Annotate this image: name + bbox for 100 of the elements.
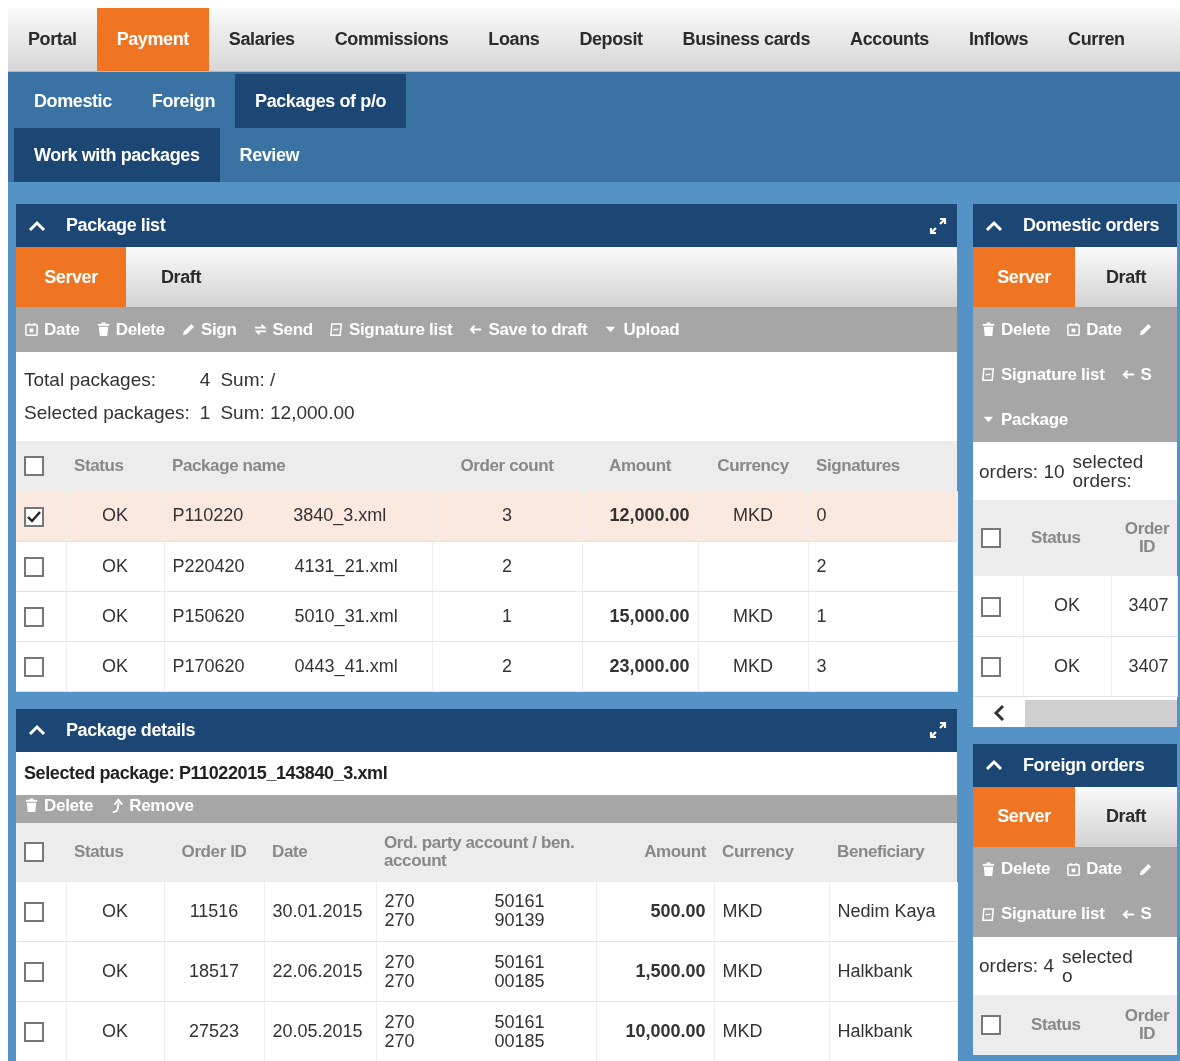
- table-cell: OK: [1023, 576, 1111, 636]
- table-cell: 2: [808, 541, 957, 591]
- checkbox[interactable]: [24, 456, 44, 476]
- panel-tab[interactable]: Server: [973, 247, 1075, 307]
- toolbar-button[interactable]: Save to draft: [468, 316, 588, 343]
- trash-icon: [95, 322, 111, 337]
- left-chevron-icon: [993, 704, 1005, 722]
- table-cell: 1: [432, 591, 582, 641]
- checkbox[interactable]: [24, 506, 44, 527]
- toolbar-button[interactable]: Upload: [603, 316, 680, 343]
- table-cell: 11516: [164, 881, 264, 942]
- trash-icon: [981, 861, 996, 877]
- column-header: Currency: [698, 441, 808, 491]
- toolbar-button[interactable]: Delete: [24, 793, 94, 819]
- toolbar-button[interactable]: Remove: [109, 793, 194, 819]
- checkbox[interactable]: [24, 556, 44, 577]
- checkbox[interactable]: [981, 596, 1001, 617]
- column-header: Status: [66, 822, 164, 882]
- checkbox[interactable]: [24, 962, 44, 983]
- toolbar-button[interactable]: Signature list: [328, 316, 453, 343]
- table-cell: 500.00: [596, 881, 714, 942]
- column-header: Ord. party account / ben. account: [376, 822, 596, 882]
- account-number-text: 270: [384, 911, 416, 931]
- toolbar-button[interactable]: Signature list: [981, 361, 1105, 388]
- subnav-tab[interactable]: Domestic: [14, 74, 132, 128]
- panel-tab[interactable]: Draft: [126, 247, 236, 307]
- table-cell: 2: [432, 541, 582, 591]
- table-cell: OK: [1023, 636, 1111, 696]
- checkbox[interactable]: [981, 1014, 1001, 1035]
- nav-tab[interactable]: Payment: [96, 8, 209, 71]
- table-cell: Halkbank: [829, 1001, 957, 1061]
- nav-tab[interactable]: Curren: [1048, 8, 1145, 71]
- toolbar-button[interactable]: Signature list: [981, 901, 1105, 927]
- nav-tab[interactable]: Salaries: [208, 8, 315, 71]
- column-header: Order ID: [164, 822, 264, 882]
- account-number-text: 270: [384, 1012, 416, 1032]
- selected-package-text: Selected package: P11022015_143840_3.xml: [23, 761, 389, 785]
- package-name-text: 0443_41.xml: [294, 655, 398, 676]
- checkbox[interactable]: [24, 1022, 44, 1043]
- left-arrow-icon: [468, 322, 484, 337]
- panel-tab[interactable]: Draft: [1075, 247, 1177, 307]
- table-cell: OK: [66, 591, 164, 641]
- toolbar-icon-button[interactable]: [1137, 322, 1153, 337]
- nav-tab[interactable]: Inflows: [948, 8, 1049, 71]
- pencil-icon: [180, 322, 196, 337]
- toolbar-button[interactable]: S: [1120, 361, 1152, 388]
- table-cell: 1,500.00: [596, 941, 714, 1002]
- table-cell: 2: [432, 641, 582, 691]
- checkbox[interactable]: [24, 606, 44, 627]
- table-cell: Halkbank: [829, 941, 957, 1002]
- package-name-text: P220420: [172, 555, 245, 576]
- expand-arrows-icon: [929, 721, 947, 739]
- table-cell: 0: [808, 491, 957, 541]
- toolbar-button[interactable]: Send: [252, 316, 313, 343]
- checkbox[interactable]: [24, 656, 44, 677]
- account-number-text: 50161: [494, 1012, 545, 1032]
- toolbar-button[interactable]: Delete: [981, 316, 1051, 343]
- account-number-text: 270: [384, 892, 416, 912]
- nav-tab[interactable]: Portal: [8, 8, 97, 71]
- table-cell: 18517: [164, 941, 264, 1002]
- subnav-tab[interactable]: Work with packages: [14, 128, 220, 182]
- nav-tab[interactable]: Deposit: [559, 8, 663, 71]
- checkbox[interactable]: [24, 902, 44, 922]
- nav-tab[interactable]: Accounts: [830, 8, 949, 71]
- toolbar-button[interactable]: Delete: [981, 856, 1051, 882]
- toolbar-button[interactable]: Date: [24, 316, 80, 343]
- table-cell: MKD: [698, 641, 808, 691]
- column-header: Order count: [432, 441, 582, 491]
- toolbar-button[interactable]: Package: [981, 406, 1068, 433]
- table-cell: OK: [66, 491, 164, 541]
- table-cell: 30.01.2015: [264, 881, 376, 942]
- summary-label: Total packages:: [24, 368, 158, 392]
- nav-tab[interactable]: Commissions: [314, 8, 469, 71]
- panel-tab[interactable]: Server: [973, 786, 1075, 847]
- selected-orders-text: selected orders:: [1072, 452, 1145, 490]
- collapse-chevron-icon: [28, 219, 46, 232]
- toolbar-button[interactable]: Date: [1066, 856, 1122, 882]
- toolbar-button[interactable]: Delete: [95, 316, 165, 343]
- selected-orders-text: selected o: [1062, 946, 1134, 985]
- checkbox[interactable]: [981, 528, 1001, 548]
- checkbox[interactable]: [981, 656, 1001, 677]
- checkbox[interactable]: [24, 842, 44, 862]
- package-name-text: P170620: [172, 655, 245, 676]
- table-cell: MKD: [698, 491, 808, 541]
- summary-sum: Sum: 12,000.00: [220, 400, 355, 425]
- toolbar-icon-button[interactable]: [1137, 861, 1153, 877]
- subnav-tab[interactable]: Review: [219, 128, 320, 182]
- summary-count: 4: [199, 368, 211, 392]
- table-cell: 10,000.00: [596, 1001, 714, 1061]
- panel-tab[interactable]: Server: [16, 247, 126, 307]
- panel-tab[interactable]: Draft: [1075, 786, 1177, 847]
- nav-tab[interactable]: Loans: [468, 8, 560, 71]
- table-cell: 3: [808, 641, 957, 691]
- subnav-tab[interactable]: Foreign: [131, 74, 236, 128]
- signature-icon: [328, 322, 344, 337]
- nav-tab[interactable]: Business cards: [662, 8, 831, 71]
- toolbar-button[interactable]: Date: [1066, 316, 1122, 343]
- toolbar-button[interactable]: S: [1120, 901, 1152, 927]
- toolbar-button[interactable]: Sign: [180, 316, 237, 343]
- subnav-tab[interactable]: Packages of p/o: [235, 74, 407, 128]
